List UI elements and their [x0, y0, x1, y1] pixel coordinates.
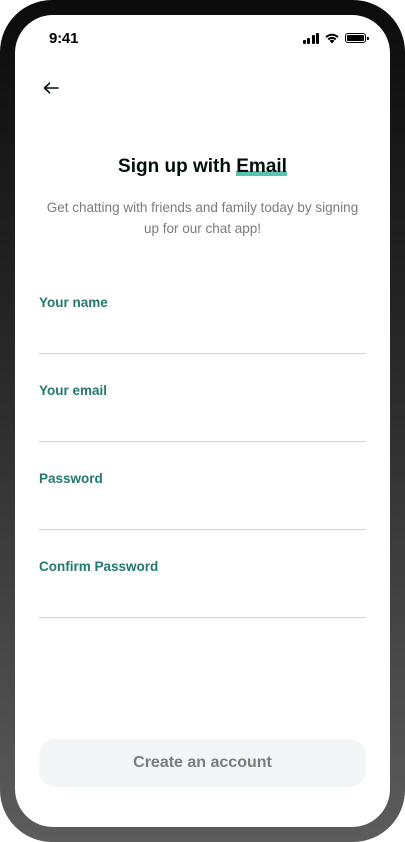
- phone-frame: 9:41 Sign up with Email Get chatting wit…: [0, 0, 405, 842]
- status-icons: [302, 32, 369, 44]
- confirm-password-field: Confirm Password: [39, 559, 366, 618]
- confirm-password-input[interactable]: [39, 583, 366, 615]
- back-button[interactable]: [39, 79, 63, 97]
- cellular-signal-icon: [302, 32, 319, 44]
- email-label: Your email: [39, 383, 108, 398]
- title-prefix: Sign up with: [118, 156, 237, 177]
- page-subtitle: Get chatting with friends and family tod…: [46, 200, 359, 236]
- title-accent: Email: [236, 156, 287, 177]
- page-title: Sign up with Email: [15, 156, 390, 178]
- password-label: Password: [39, 471, 103, 486]
- arrow-left-icon: [43, 82, 59, 94]
- create-account-button[interactable]: Create an account: [39, 739, 366, 787]
- name-input[interactable]: [39, 319, 366, 351]
- password-input[interactable]: [39, 495, 366, 527]
- battery-icon: [345, 33, 369, 43]
- email-input[interactable]: [39, 407, 366, 439]
- password-field: Password: [39, 471, 366, 530]
- name-label: Your name: [39, 295, 108, 310]
- wifi-icon: [325, 33, 339, 44]
- name-field: Your name: [39, 295, 366, 354]
- app-screen: 9:41 Sign up with Email Get chatting wit…: [15, 15, 390, 827]
- email-field: Your email: [39, 383, 366, 442]
- confirm-password-label: Confirm Password: [39, 559, 159, 574]
- status-time: 9:41: [49, 30, 79, 47]
